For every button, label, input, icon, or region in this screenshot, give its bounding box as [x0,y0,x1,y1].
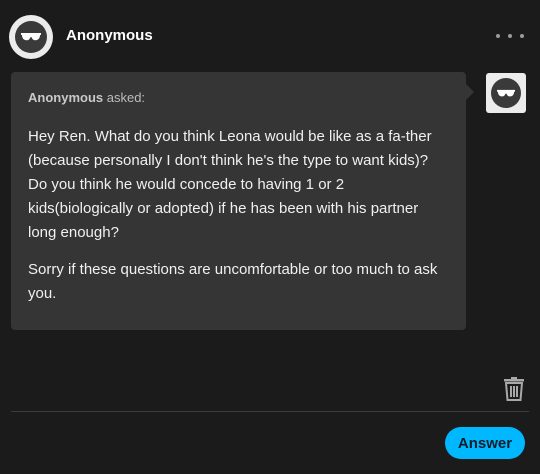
anonymous-sunglasses-icon [491,78,521,108]
asker-avatar[interactable] [486,73,526,113]
post-header: Anonymous [0,0,540,72]
trash-icon[interactable] [503,377,525,401]
question-body: Hey Ren. What do you think Leona would b… [28,125,449,306]
asker-name[interactable]: Anonymous [28,90,103,105]
question-paragraph: Hey Ren. What do you think Leona would b… [28,128,432,241]
username[interactable]: Anonymous [66,27,153,44]
more-horizontal-icon[interactable] [496,26,524,46]
answer-button[interactable]: Answer [445,427,525,459]
divider [11,411,529,412]
avatar[interactable] [9,15,53,59]
ask-bubble: Anonymous asked: Hey Ren. What do you th… [11,72,474,330]
asked-suffix: asked: [103,90,146,105]
question-paragraph: Sorry if these questions are uncomfortab… [28,261,438,302]
anonymous-sunglasses-icon [15,21,47,53]
asked-line: Anonymous asked: [28,90,449,105]
